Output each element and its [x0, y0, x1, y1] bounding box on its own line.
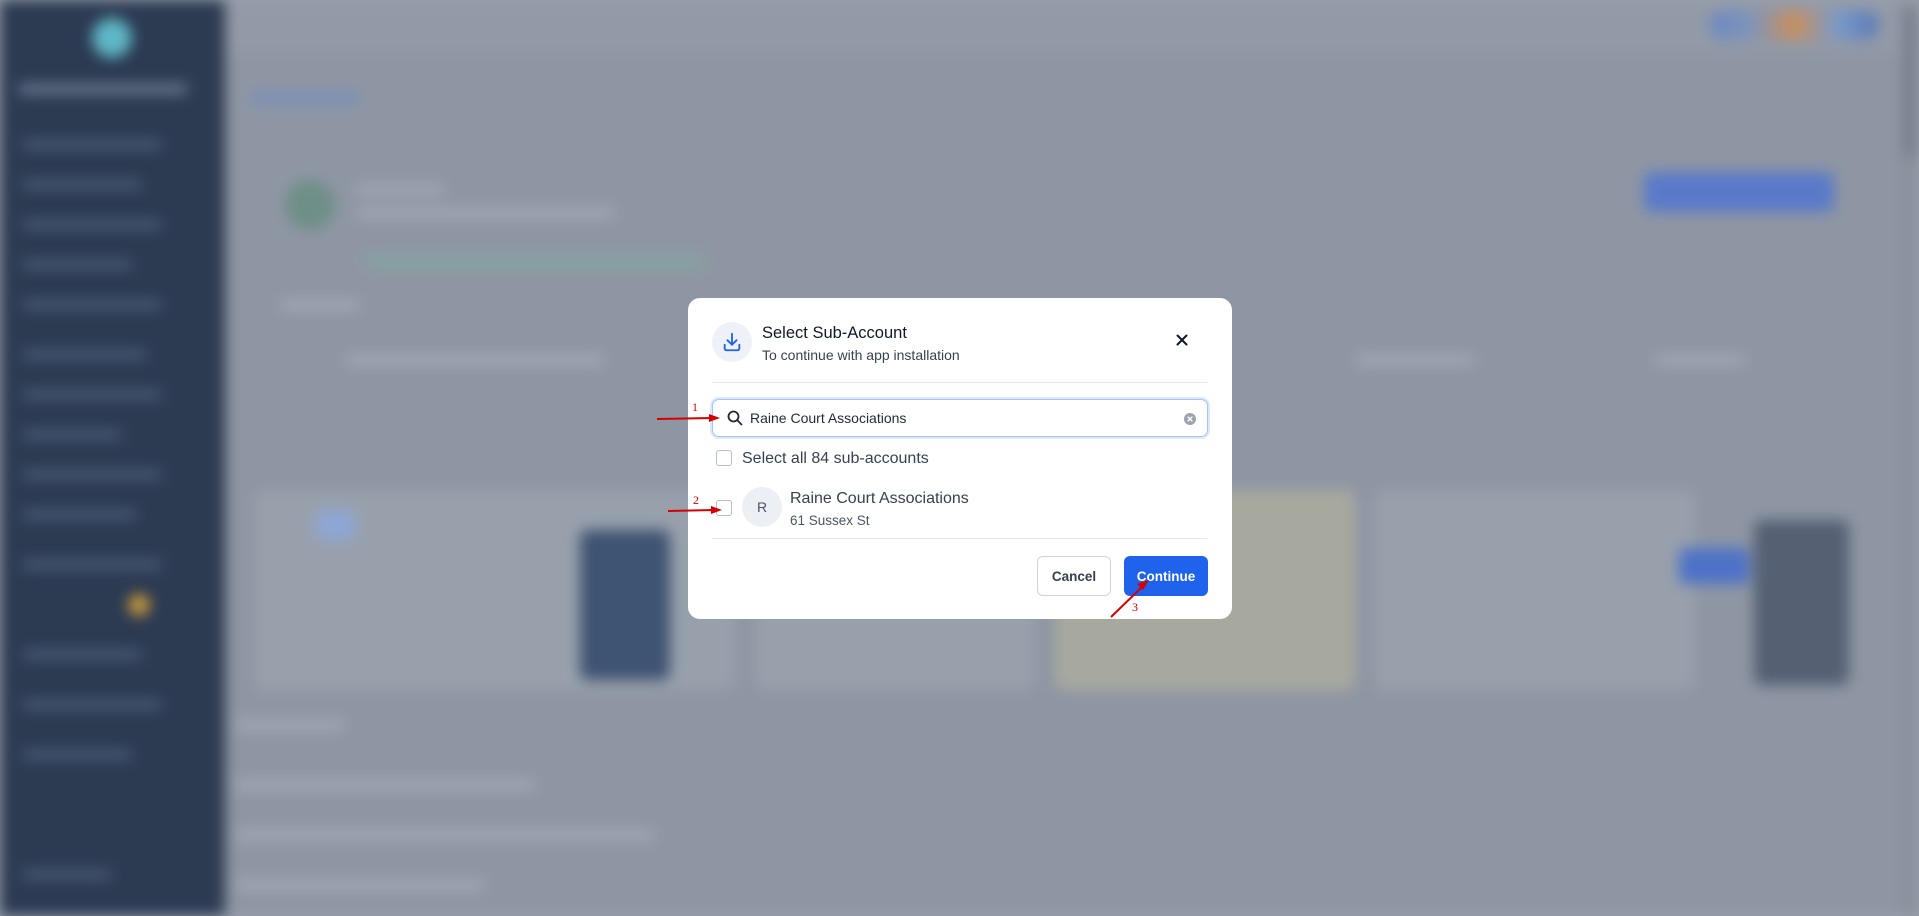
close-icon[interactable] — [1170, 328, 1194, 352]
cancel-button[interactable]: Cancel — [1037, 556, 1111, 596]
modal-subtitle: To continue with app installation — [762, 347, 960, 363]
annotation-label-1: 1 — [692, 400, 698, 414]
modal-title: Select Sub-Account — [762, 324, 907, 342]
download-icon — [712, 322, 752, 362]
clear-icon[interactable] — [1184, 413, 1196, 425]
search-box[interactable] — [712, 399, 1208, 437]
select-sub-account-modal: Select Sub-Account To continue with app … — [688, 298, 1232, 619]
footer-divider — [712, 538, 1208, 539]
account-address: 61 Sussex St — [790, 513, 870, 528]
account-checkbox[interactable] — [716, 500, 732, 516]
background-sidebar — [0, 0, 225, 916]
avatar: R — [742, 487, 782, 527]
account-name[interactable]: Raine Court Associations — [790, 490, 969, 508]
annotation-label-3: 3 — [1132, 600, 1138, 614]
annotation-label-2: 2 — [693, 493, 699, 507]
search-icon — [727, 410, 743, 431]
search-input[interactable] — [750, 407, 1170, 429]
select-all-label: Select all 84 sub-accounts — [742, 450, 929, 467]
select-all-checkbox[interactable] — [716, 450, 732, 466]
header-divider — [712, 382, 1208, 383]
continue-button[interactable]: Continue — [1124, 556, 1208, 596]
